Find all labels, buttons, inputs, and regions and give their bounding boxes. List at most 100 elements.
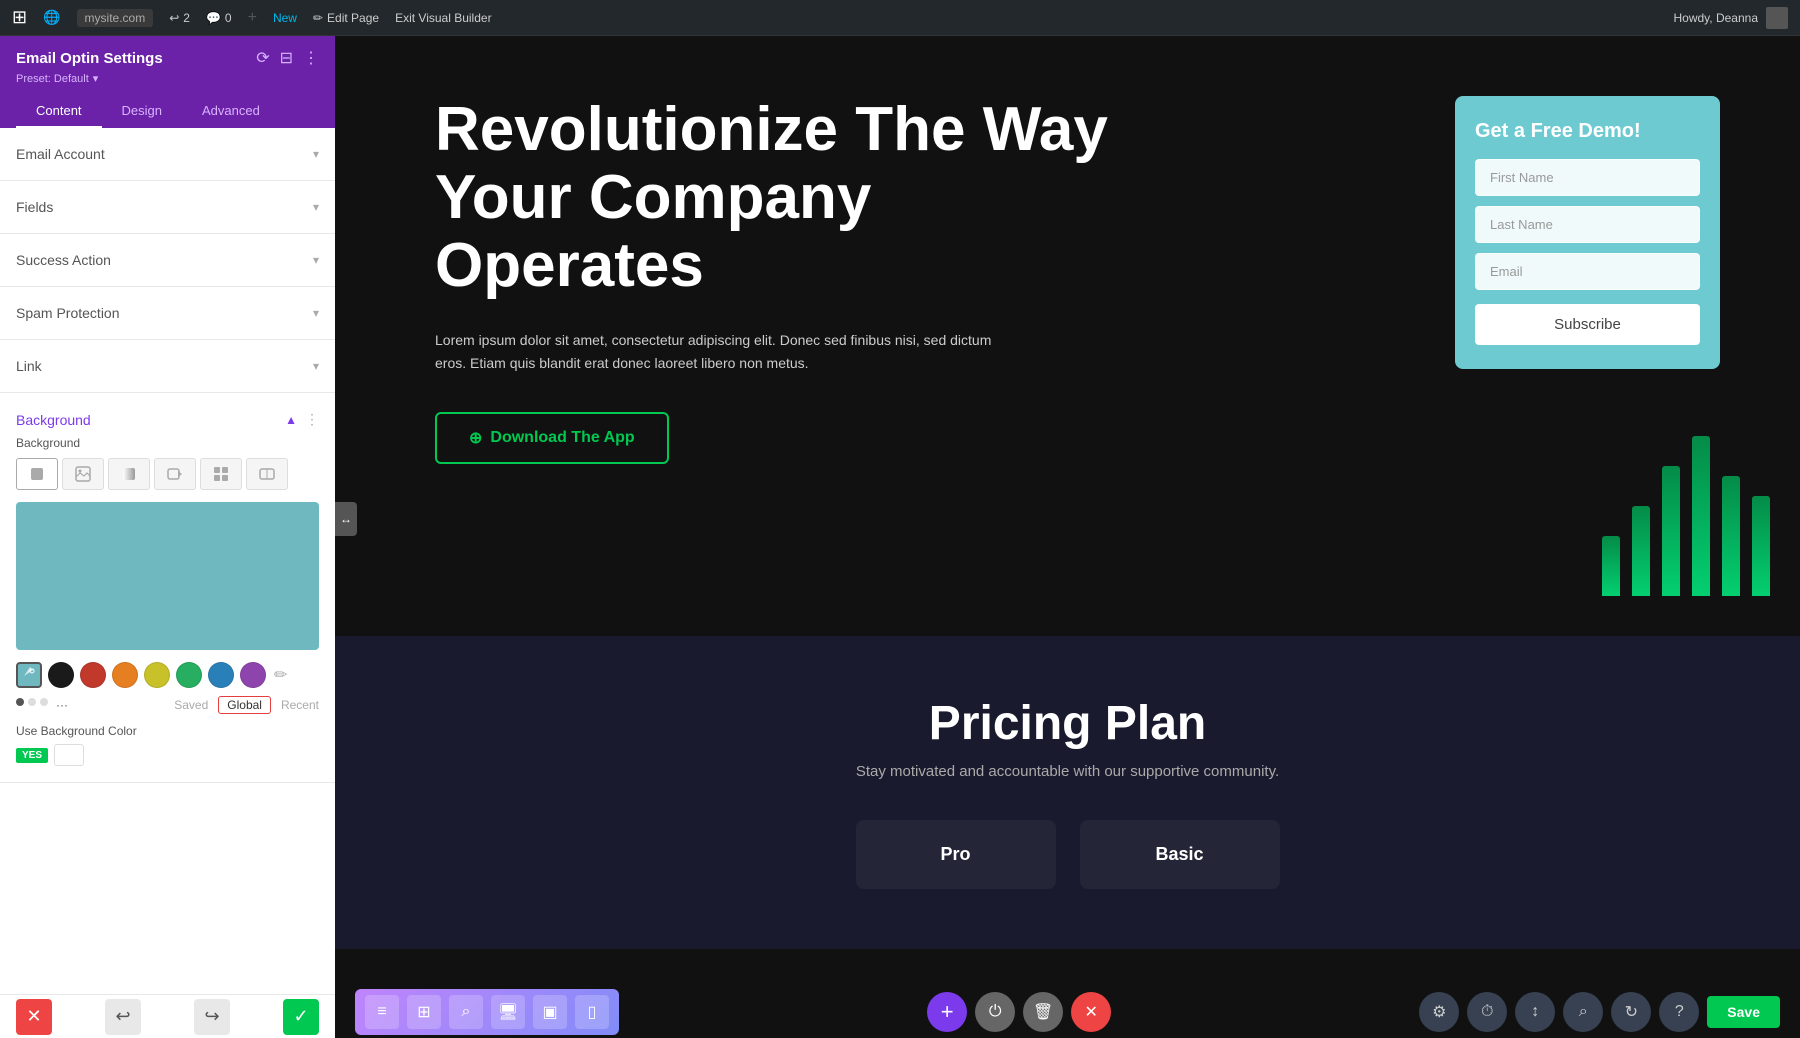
toolbar-trash-btn[interactable]: 🗑	[1023, 992, 1063, 1032]
cancel-button[interactable]: ✕	[16, 999, 52, 1035]
color-black[interactable]	[48, 662, 74, 688]
section-success-action-header[interactable]: Success Action ▾	[16, 234, 319, 286]
download-icon: ⊕	[469, 428, 482, 448]
panel-preset[interactable]: Preset: Default ▾	[16, 72, 319, 85]
toolbar-settings-btn[interactable]: ⚙	[1419, 992, 1459, 1032]
pricing-card-basic-title: Basic	[1100, 844, 1260, 865]
toolbar-center: + ⏻ 🗑 ✕	[927, 992, 1111, 1032]
toolbar-search-btn[interactable]: ⌕	[449, 995, 483, 1029]
form-card: Get a Free Demo! Subscribe	[1455, 96, 1720, 369]
color-purple[interactable]	[240, 662, 266, 688]
hero-section: Revolutionize The Way Your Company Opera…	[335, 36, 1800, 636]
bg-type-pattern[interactable]	[200, 458, 242, 490]
color-orange[interactable]	[112, 662, 138, 688]
top-bar: ⊞ 🌐 mysite.com ↩ 2 💬 0 + New ✏ Edit Page…	[0, 0, 1800, 36]
download-btn-label: Download The App	[490, 429, 634, 447]
tab-global[interactable]: Global	[218, 696, 271, 714]
toolbar-sort-btn[interactable]: ↕	[1515, 992, 1555, 1032]
confirm-button[interactable]: ✓	[283, 999, 319, 1035]
section-spam-protection-label: Spam Protection	[16, 305, 120, 321]
panel-title: Email Optin Settings	[16, 50, 163, 67]
tab-recent[interactable]: Recent	[281, 698, 319, 712]
bg-type-solid[interactable]	[16, 458, 58, 490]
use-bg-color-label: Use Background Color	[16, 724, 319, 738]
toolbar-power-btn[interactable]: ⏻	[975, 992, 1015, 1032]
toolbar-menu-btn[interactable]: ≡	[365, 995, 399, 1029]
dots-more[interactable]: ···	[56, 698, 68, 712]
left-panel: Email Optin Settings ⟳ ⊟ ⋮ Preset: Defau…	[0, 36, 335, 1038]
tab-design[interactable]: Design	[102, 95, 182, 128]
panel-header: Email Optin Settings ⟳ ⊟ ⋮ Preset: Defau…	[0, 36, 335, 128]
yes-badge[interactable]: YES	[16, 748, 48, 763]
panel-sync-icon[interactable]: ⟳	[256, 48, 269, 68]
color-yellow-green[interactable]	[144, 662, 170, 688]
section-fields-header[interactable]: Fields ▾	[16, 181, 319, 233]
tech-bar-6	[1752, 496, 1770, 596]
edit-page-button[interactable]: ✏ Edit Page	[313, 11, 379, 25]
panel-layout-icon[interactable]: ⊟	[280, 48, 293, 68]
subscribe-button[interactable]: Subscribe	[1475, 304, 1700, 345]
howdy-text: Howdy, Deanna	[1674, 11, 1759, 25]
color-pencil-icon[interactable]: ✏	[274, 665, 287, 685]
bg-type-row	[16, 458, 319, 490]
tab-content[interactable]: Content	[16, 95, 102, 128]
email-input[interactable]	[1475, 253, 1700, 290]
toolbar-add-button[interactable]: +	[927, 992, 967, 1032]
panel-menu-icon[interactable]: ⋮	[303, 48, 319, 68]
toolbar-desktop-btn[interactable]: 🖥	[491, 995, 525, 1029]
first-name-input[interactable]	[1475, 159, 1700, 196]
section-link-header[interactable]: Link ▾	[16, 340, 319, 392]
section-link-label: Link	[16, 358, 42, 374]
panel-tabs: Content Design Advanced	[16, 95, 319, 128]
toolbar-left: ≡ ⊞ ⌕ 🖥 ▣ ▯	[355, 989, 619, 1035]
wordpress-icon[interactable]: ⊞	[12, 7, 27, 28]
bg-type-video[interactable]	[154, 458, 196, 490]
section-background-gear[interactable]: ⋮	[305, 411, 319, 428]
user-avatar[interactable]	[1766, 7, 1788, 29]
section-success-action-chevron: ▾	[313, 253, 319, 267]
dot-3	[40, 698, 48, 706]
bg-type-image[interactable]	[62, 458, 104, 490]
toolbar-history-btn[interactable]: ⏱	[1467, 992, 1507, 1032]
color-swatch-large[interactable]	[16, 502, 319, 650]
panel-bottom-bar: ✕ ↩ ↪ ✓	[0, 994, 335, 1038]
tab-saved[interactable]: Saved	[174, 698, 208, 712]
comments-button[interactable]: 💬 0	[206, 11, 232, 25]
section-background-controls: ▲ ⋮	[285, 411, 319, 428]
tech-bar-3	[1662, 466, 1680, 596]
toolbar-tablet-btn[interactable]: ▣	[533, 995, 567, 1029]
toolbar-search2-btn[interactable]: ⌕	[1563, 992, 1603, 1032]
color-lime[interactable]	[176, 662, 202, 688]
bg-type-gradient[interactable]	[108, 458, 150, 490]
new-button[interactable]: New	[273, 11, 297, 25]
color-red[interactable]	[80, 662, 106, 688]
redo-button-panel[interactable]: ↪	[194, 999, 230, 1035]
toolbar-refresh-btn[interactable]: ↻	[1611, 992, 1651, 1032]
toolbar-close-btn[interactable]: ✕	[1071, 992, 1111, 1032]
last-name-input[interactable]	[1475, 206, 1700, 243]
color-picker-tool[interactable]	[16, 662, 42, 688]
yes-color-box[interactable]	[54, 744, 84, 766]
save-button[interactable]: Save	[1707, 996, 1780, 1028]
color-blue[interactable]	[208, 662, 234, 688]
section-success-action-label: Success Action	[16, 252, 111, 268]
main-layout: Email Optin Settings ⟳ ⊟ ⋮ Preset: Defau…	[0, 36, 1800, 1038]
download-app-button[interactable]: ⊕ Download The App	[435, 412, 669, 464]
tab-advanced[interactable]: Advanced	[182, 95, 280, 128]
panel-toggle-arrow[interactable]: ↔	[335, 502, 357, 536]
undo-button[interactable]: ↩ 2	[169, 11, 190, 25]
undo-button-panel[interactable]: ↩	[105, 999, 141, 1035]
toolbar-mobile-btn[interactable]: ▯	[575, 995, 609, 1029]
panel-title-icons: ⟳ ⊟ ⋮	[256, 48, 319, 68]
section-spam-protection-header[interactable]: Spam Protection ▾	[16, 287, 319, 339]
toolbar-grid-btn[interactable]: ⊞	[407, 995, 441, 1029]
bg-label: Background	[16, 436, 319, 450]
site-icon[interactable]: 🌐	[43, 9, 60, 26]
section-link-chevron: ▾	[313, 359, 319, 373]
section-email-account-header[interactable]: Email Account ▾	[16, 128, 319, 180]
bg-type-responsive[interactable]	[246, 458, 288, 490]
section-background-header[interactable]: Background ▲ ⋮	[0, 393, 335, 436]
section-fields-label: Fields	[16, 199, 53, 215]
toolbar-help-btn[interactable]: ?	[1659, 992, 1699, 1032]
exit-builder-button[interactable]: Exit Visual Builder	[395, 11, 492, 25]
